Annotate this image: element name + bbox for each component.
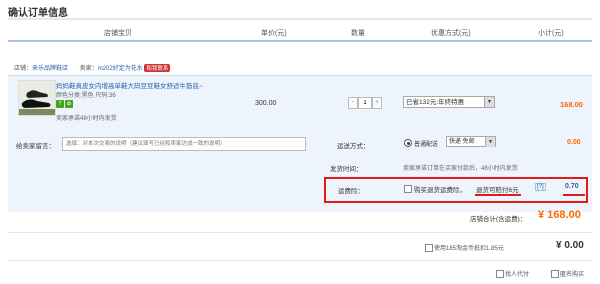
shop-name-link[interactable]: 来乐品牌鞋店	[32, 66, 68, 72]
shipping-option: 普通配送	[414, 142, 439, 148]
pay-for-me-checkbox[interactable]	[496, 270, 504, 278]
insurance-help-link[interactable]: [?]	[535, 183, 546, 191]
seven-day-return-icon[interactable]: 7	[56, 100, 64, 108]
insurance-amount: 0.70	[565, 183, 579, 190]
anonymous-checkbox[interactable]	[551, 270, 559, 278]
coins-label[interactable]: 使用185淘金币抵扣1.85元	[434, 243, 504, 252]
anonymous-label[interactable]: 匿名购买	[560, 269, 584, 278]
chevron-down-icon: ▼	[485, 137, 495, 147]
header-unit-price: 单价(元)	[261, 30, 287, 37]
table-header: 店铺宝贝 单价(元) 数量 优惠方式(元) 小计(元)	[8, 26, 592, 42]
shop-info: 店铺：来乐品牌鞋店 卖家：m202好定为花水 和我联系	[14, 63, 171, 72]
leaf-icon[interactable]: ✿	[65, 100, 73, 108]
shop-total-label: 店铺合计(含运费)：	[470, 216, 527, 223]
message-input[interactable]	[62, 137, 306, 151]
shipping-select[interactable]: 快递 免邮 ▼	[446, 136, 496, 147]
qty-minus-button[interactable]: -	[348, 97, 358, 109]
qty-plus-button[interactable]: +	[372, 97, 382, 109]
coins-amount: ¥ 0.00	[556, 240, 584, 251]
payout-underline	[475, 194, 521, 196]
amount-underline	[563, 194, 585, 196]
shipping-radio[interactable]	[404, 139, 412, 147]
product-name-link[interactable]: 妈妈鞋真皮女内增高单鞋大码豆豆鞋女舒适牛筋底~	[56, 80, 203, 90]
header-discount: 优惠方式(元)	[431, 30, 471, 37]
insurance-label: 运费险：	[338, 188, 364, 195]
message-label: 给卖家留言：	[16, 143, 55, 150]
insurance-checkbox[interactable]	[404, 185, 412, 193]
shipping-amount: 0.00	[567, 139, 581, 146]
shipping-selected: 快递 免邮	[449, 139, 475, 145]
insurance-payout: 退货可赔付6元	[476, 187, 519, 194]
insurance-checkbox-label[interactable]: 购买退货运费险，	[414, 184, 466, 194]
ship-promise: 卖家承诺48小时内发货	[56, 116, 117, 122]
service-icons: 7 ✿	[56, 100, 74, 108]
shop-label: 店铺：	[14, 66, 33, 72]
shop-total-value: ¥ 168.00	[538, 209, 581, 221]
coins-checkbox[interactable]	[425, 244, 433, 252]
product-thumbnail[interactable]	[18, 80, 56, 116]
item-subtotal: 168.00	[560, 100, 583, 109]
contact-seller-button[interactable]: 和我联系	[144, 64, 171, 72]
page-title: 确认订单信息	[8, 8, 68, 19]
title-divider	[8, 18, 592, 20]
divider	[8, 260, 592, 261]
delivery-time-label: 发货时间：	[330, 166, 363, 173]
header-item: 店铺宝贝	[104, 30, 132, 37]
shipping-label: 运送方式：	[337, 143, 370, 150]
discount-select[interactable]: 已省132元:年终特惠 ▼	[403, 96, 495, 108]
delivery-time-value: 卖家承诺订单在买家付款后，48小时内发货	[403, 166, 518, 172]
unit-price: 300.00	[255, 100, 277, 107]
seller-label: 卖家：	[79, 66, 98, 72]
qty-input[interactable]	[358, 97, 372, 109]
header-subtotal: 小计(元)	[538, 30, 564, 37]
discount-selected: 已省132元:年终特惠	[406, 99, 465, 106]
chevron-down-icon: ▼	[484, 97, 494, 107]
header-quantity: 数量	[351, 30, 365, 37]
seller-name-link[interactable]: m202好定为花水	[98, 66, 143, 72]
pay-for-me-label[interactable]: 找人代付	[505, 269, 529, 278]
quantity-stepper: -+	[348, 97, 382, 109]
divider	[8, 232, 592, 233]
shoe-image	[19, 81, 55, 115]
product-attributes: 颜色分类:黑色 尺码:36	[56, 93, 116, 99]
